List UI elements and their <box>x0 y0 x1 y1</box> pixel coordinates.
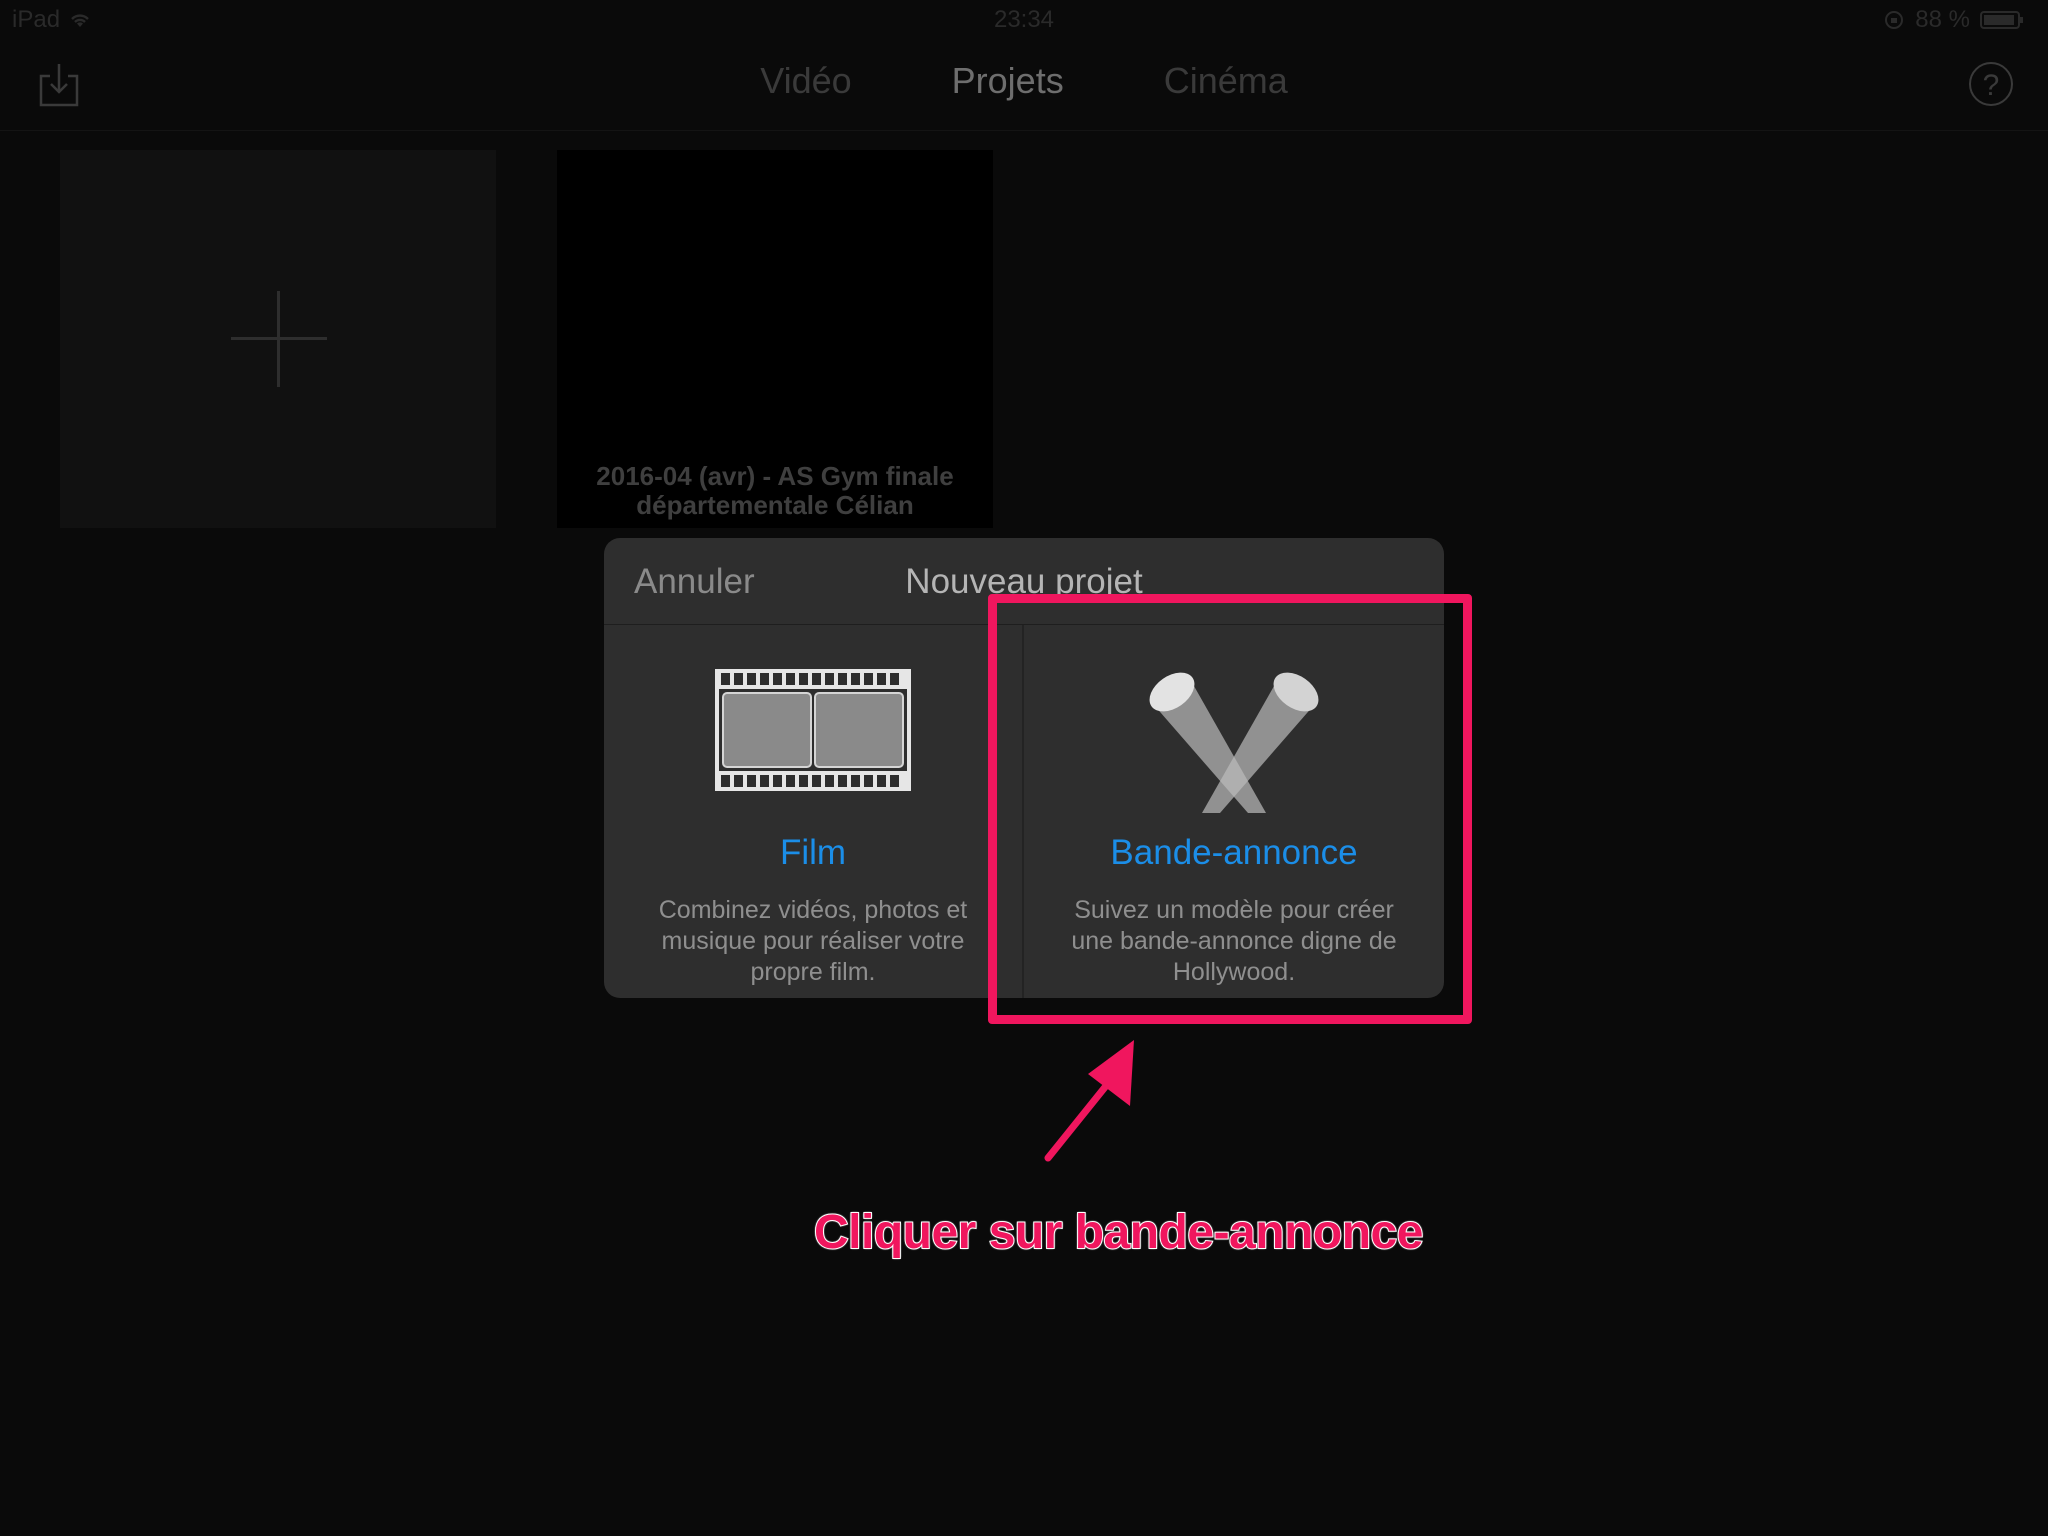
instruction-text: Cliquer sur bande-annonce <box>813 1205 1424 1260</box>
top-navigation: Vidéo Projets Cinéma ? <box>0 40 2048 131</box>
arrow-icon <box>1044 1040 1134 1162</box>
film-option[interactable]: Film Combinez vidéos, photos et musique … <box>604 625 1024 998</box>
rotation-lock-icon <box>1885 11 1904 29</box>
project-title: 2016-04 (avr) - AS Gym finale départemen… <box>596 461 954 520</box>
battery-icon <box>1980 11 2023 29</box>
tab-bar: Vidéo Projets Cinéma <box>0 60 2048 102</box>
imovie-screen: iPad 23:34 88 % Vidéo Projets Cinéma ? 2… <box>0 0 2048 1536</box>
tab-cinema[interactable]: Cinéma <box>1164 60 1288 102</box>
highlight-box <box>988 594 1472 1024</box>
help-button[interactable]: ? <box>1969 62 2013 106</box>
status-bar: iPad 23:34 88 % <box>0 0 2048 40</box>
tab-projects[interactable]: Projets <box>952 60 1064 102</box>
status-right: 88 % <box>1883 6 2024 34</box>
film-label: Film <box>779 833 847 872</box>
tab-video[interactable]: Vidéo <box>760 60 851 102</box>
project-tile[interactable]: 2016-04 (avr) - AS Gym finale départemen… <box>557 150 993 528</box>
icon-container <box>604 667 1022 797</box>
status-time: 23:34 <box>993 6 1055 33</box>
film-description: Combinez vidéos, photos et musique pour … <box>658 896 968 986</box>
plus-icon-vertical <box>277 291 280 387</box>
film-strip-icon <box>715 669 911 791</box>
battery-percent: 88 % <box>1915 6 1970 33</box>
new-project-tile[interactable] <box>60 150 496 528</box>
